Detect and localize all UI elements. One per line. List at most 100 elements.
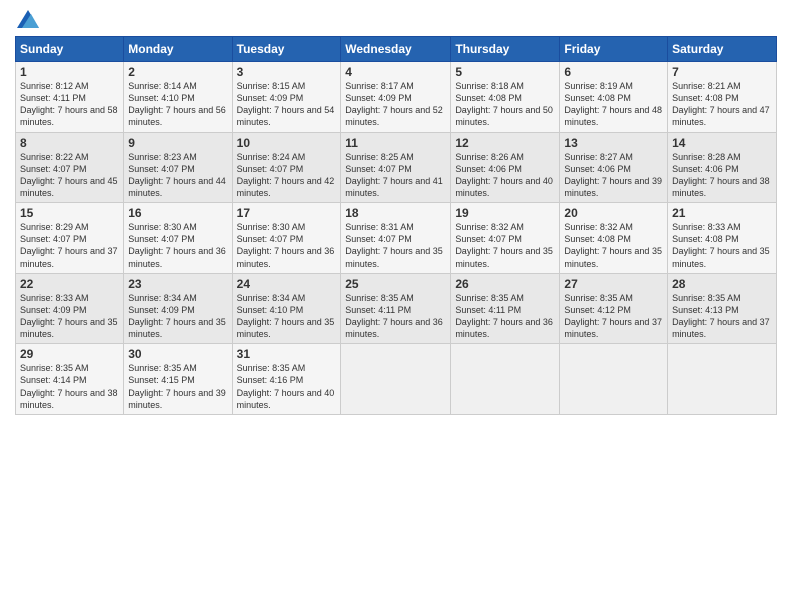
day-number: 10	[237, 136, 337, 150]
sunset-time: Sunset: 4:09 PM	[345, 93, 412, 103]
day-info: Sunrise: 8:26 AMSunset: 4:06 PMDaylight:…	[455, 151, 555, 200]
sunrise-time: Sunrise: 8:34 AM	[237, 293, 306, 303]
day-number: 29	[20, 347, 119, 361]
sunrise-time: Sunrise: 8:19 AM	[564, 81, 633, 91]
day-number: 24	[237, 277, 337, 291]
sunset-time: Sunset: 4:08 PM	[455, 93, 522, 103]
sunrise-time: Sunrise: 8:35 AM	[128, 363, 197, 373]
daylight-hours: Daylight: 7 hours and 39 minutes.	[564, 176, 662, 198]
sunrise-time: Sunrise: 8:15 AM	[237, 81, 306, 91]
calendar-cell: 29Sunrise: 8:35 AMSunset: 4:14 PMDayligh…	[16, 344, 124, 415]
day-info: Sunrise: 8:34 AMSunset: 4:09 PMDaylight:…	[128, 292, 227, 341]
day-info: Sunrise: 8:27 AMSunset: 4:06 PMDaylight:…	[564, 151, 663, 200]
day-number: 6	[564, 65, 663, 79]
daylight-hours: Daylight: 7 hours and 50 minutes.	[455, 105, 553, 127]
day-number: 30	[128, 347, 227, 361]
daylight-hours: Daylight: 7 hours and 35 minutes.	[128, 317, 226, 339]
sunset-time: Sunset: 4:07 PM	[20, 164, 87, 174]
daylight-hours: Daylight: 7 hours and 39 minutes.	[128, 388, 226, 410]
logo	[15, 10, 39, 28]
weekday-header-wednesday: Wednesday	[341, 37, 451, 62]
calendar-cell: 9Sunrise: 8:23 AMSunset: 4:07 PMDaylight…	[124, 132, 232, 203]
day-info: Sunrise: 8:19 AMSunset: 4:08 PMDaylight:…	[564, 80, 663, 129]
sunset-time: Sunset: 4:07 PM	[345, 164, 412, 174]
day-info: Sunrise: 8:28 AMSunset: 4:06 PMDaylight:…	[672, 151, 772, 200]
sunrise-time: Sunrise: 8:12 AM	[20, 81, 89, 91]
weekday-header-monday: Monday	[124, 37, 232, 62]
calendar-cell: 20Sunrise: 8:32 AMSunset: 4:08 PMDayligh…	[560, 203, 668, 274]
calendar-cell: 30Sunrise: 8:35 AMSunset: 4:15 PMDayligh…	[124, 344, 232, 415]
calendar-week-2: 8 Sunrise: 8:22 AM Sunset: 4:07 PM Daylight…	[16, 132, 777, 203]
day-number: 17	[237, 206, 337, 220]
weekday-header-friday: Friday	[560, 37, 668, 62]
page: SundayMondayTuesdayWednesdayThursdayFrid…	[0, 0, 792, 612]
sunset-time: Sunset: 4:14 PM	[20, 375, 87, 385]
day-number: 18	[345, 206, 446, 220]
calendar-cell: 6Sunrise: 8:19 AMSunset: 4:08 PMDaylight…	[560, 62, 668, 133]
sunrise-time: Sunrise: 8:35 AM	[455, 293, 524, 303]
calendar-cell: 5Sunrise: 8:18 AMSunset: 4:08 PMDaylight…	[451, 62, 560, 133]
day-info: Sunrise: 8:23 AMSunset: 4:07 PMDaylight:…	[128, 151, 227, 200]
sunrise-time: Sunrise: 8:35 AM	[237, 363, 306, 373]
sunset-time: Sunset: 4:07 PM	[345, 234, 412, 244]
day-info: Sunrise: 8:24 AMSunset: 4:07 PMDaylight:…	[237, 151, 337, 200]
day-number: 7	[672, 65, 772, 79]
sunrise-time: Sunrise: 8:30 AM	[128, 222, 197, 232]
sunrise-time: Sunrise: 8:35 AM	[20, 363, 89, 373]
day-info: Sunrise: 8:21 AMSunset: 4:08 PMDaylight:…	[672, 80, 772, 129]
calendar-week-1: 1Sunrise: 8:12 AMSunset: 4:11 PMDaylight…	[16, 62, 777, 133]
day-number: 21	[672, 206, 772, 220]
calendar-week-4: 22Sunrise: 8:33 AMSunset: 4:09 PMDayligh…	[16, 273, 777, 344]
sunrise-time: Sunrise: 8:25 AM	[345, 152, 414, 162]
calendar-cell: 19Sunrise: 8:32 AMSunset: 4:07 PMDayligh…	[451, 203, 560, 274]
calendar-cell: 12Sunrise: 8:26 AMSunset: 4:06 PMDayligh…	[451, 132, 560, 203]
calendar-cell: 24Sunrise: 8:34 AMSunset: 4:10 PMDayligh…	[232, 273, 341, 344]
calendar-cell: 7Sunrise: 8:21 AMSunset: 4:08 PMDaylight…	[668, 62, 777, 133]
day-number: 8	[20, 136, 119, 150]
calendar-cell: 1Sunrise: 8:12 AMSunset: 4:11 PMDaylight…	[16, 62, 124, 133]
sunset-time: Sunset: 4:06 PM	[455, 164, 522, 174]
daylight-hours: Daylight: 7 hours and 37 minutes.	[20, 246, 118, 268]
calendar-cell: 14Sunrise: 8:28 AMSunset: 4:06 PMDayligh…	[668, 132, 777, 203]
calendar-cell: 10Sunrise: 8:24 AMSunset: 4:07 PMDayligh…	[232, 132, 341, 203]
calendar-cell: 26Sunrise: 8:35 AMSunset: 4:11 PMDayligh…	[451, 273, 560, 344]
sunrise-time: Sunrise: 8:29 AM	[20, 222, 89, 232]
day-info: Sunrise: 8:15 AMSunset: 4:09 PMDaylight:…	[237, 80, 337, 129]
calendar-cell: 17Sunrise: 8:30 AMSunset: 4:07 PMDayligh…	[232, 203, 341, 274]
calendar-cell	[668, 344, 777, 415]
calendar-cell: 2Sunrise: 8:14 AMSunset: 4:10 PMDaylight…	[124, 62, 232, 133]
logo-icon	[17, 10, 39, 28]
calendar-cell: 15Sunrise: 8:29 AMSunset: 4:07 PMDayligh…	[16, 203, 124, 274]
day-info: Sunrise: 8:35 AMSunset: 4:12 PMDaylight:…	[564, 292, 663, 341]
daylight-hours: Daylight: 7 hours and 56 minutes.	[128, 105, 226, 127]
sunset-time: Sunset: 4:08 PM	[672, 93, 739, 103]
sunrise-time: Sunrise: 8:27 AM	[564, 152, 633, 162]
daylight-hours: Daylight: 7 hours and 45 minutes.	[20, 176, 118, 198]
day-info: Sunrise: 8:33 AMSunset: 4:09 PMDaylight:…	[20, 292, 119, 341]
sunrise-time: Sunrise: 8:22 AM	[20, 152, 89, 162]
sunset-time: Sunset: 4:07 PM	[237, 164, 304, 174]
day-number: 19	[455, 206, 555, 220]
sunrise-time: Sunrise: 8:18 AM	[455, 81, 524, 91]
daylight-hours: Daylight: 7 hours and 42 minutes.	[237, 176, 335, 198]
calendar-cell	[341, 344, 451, 415]
calendar-week-3: 15Sunrise: 8:29 AMSunset: 4:07 PMDayligh…	[16, 203, 777, 274]
sunrise-time: Sunrise: 8:34 AM	[128, 293, 197, 303]
daylight-hours: Daylight: 7 hours and 36 minutes.	[455, 317, 553, 339]
day-number: 11	[345, 136, 446, 150]
daylight-hours: Daylight: 7 hours and 48 minutes.	[564, 105, 662, 127]
weekday-header-tuesday: Tuesday	[232, 37, 341, 62]
sunset-time: Sunset: 4:07 PM	[20, 234, 87, 244]
weekday-header-thursday: Thursday	[451, 37, 560, 62]
day-number: 25	[345, 277, 446, 291]
calendar-cell: 23Sunrise: 8:34 AMSunset: 4:09 PMDayligh…	[124, 273, 232, 344]
day-number: 27	[564, 277, 663, 291]
sunset-time: Sunset: 4:08 PM	[672, 234, 739, 244]
calendar-cell: 28Sunrise: 8:35 AMSunset: 4:13 PMDayligh…	[668, 273, 777, 344]
calendar-cell: 31Sunrise: 8:35 AMSunset: 4:16 PMDayligh…	[232, 344, 341, 415]
day-info: Sunrise: 8:35 AMSunset: 4:13 PMDaylight:…	[672, 292, 772, 341]
day-info: Sunrise: 8:33 AMSunset: 4:08 PMDaylight:…	[672, 221, 772, 270]
daylight-hours: Daylight: 7 hours and 41 minutes.	[345, 176, 443, 198]
day-number: 26	[455, 277, 555, 291]
day-info: Sunrise: 8:35 AMSunset: 4:15 PMDaylight:…	[128, 362, 227, 411]
